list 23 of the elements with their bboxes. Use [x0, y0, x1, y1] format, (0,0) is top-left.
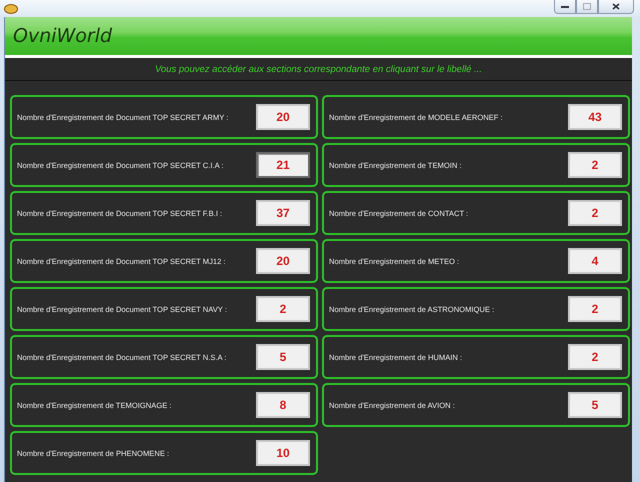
count-field[interactable]: 10	[256, 440, 310, 466]
count-field[interactable]: 2	[568, 296, 622, 322]
app-icon	[4, 4, 18, 14]
count-field[interactable]: 4	[568, 248, 622, 274]
count-field[interactable]: 2	[568, 152, 622, 178]
count-field[interactable]: 5	[256, 344, 310, 370]
count-field[interactable]: 43	[568, 104, 622, 130]
minimize-button[interactable]	[554, 0, 576, 14]
app-title: OvniWorld	[13, 25, 112, 47]
close-button[interactable]	[598, 0, 634, 14]
count-field[interactable]: 8	[256, 392, 310, 418]
count-field[interactable]: 2	[568, 200, 622, 226]
count-field[interactable]: 21	[256, 152, 310, 178]
instruction-text: Vous pouvez accéder aux sections correspondante en cliquant sur le libellé ...	[154, 64, 482, 74]
maximize-icon	[583, 3, 591, 10]
count-field[interactable]: 37	[256, 200, 310, 226]
close-icon	[612, 3, 620, 10]
count-field[interactable]: 20	[256, 104, 310, 130]
count-field[interactable]: 5	[568, 392, 622, 418]
count-field[interactable]: 2	[568, 344, 622, 370]
minimize-icon	[561, 4, 569, 8]
count-field[interactable]: 2	[256, 296, 310, 322]
count-field[interactable]: 20	[256, 248, 310, 274]
